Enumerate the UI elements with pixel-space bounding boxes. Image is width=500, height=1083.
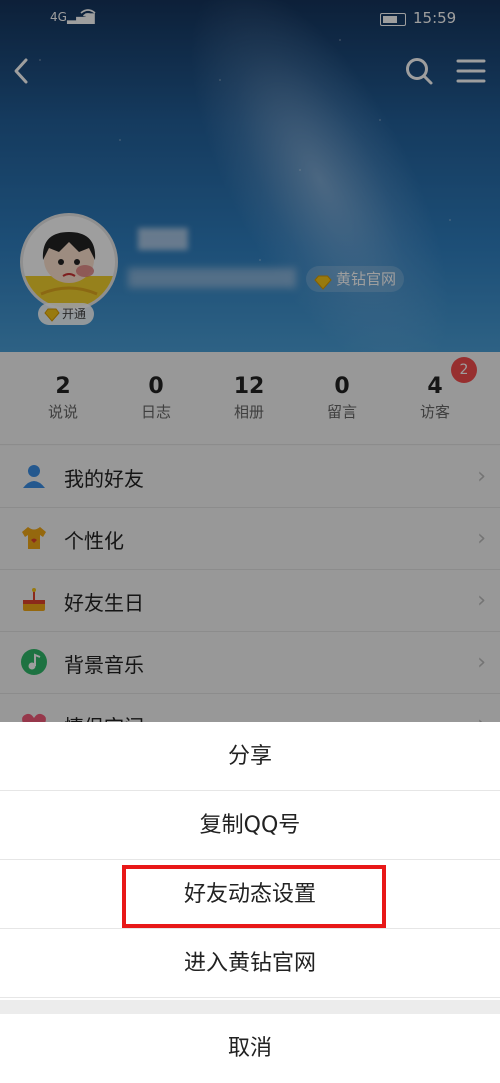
enter-vip-website-button[interactable]: 进入黄钻官网 — [0, 929, 500, 998]
cancel-button[interactable]: 取消 — [0, 1014, 500, 1083]
share-button[interactable]: 分享 — [0, 722, 500, 791]
copy-qq-number-button[interactable]: 复制QQ号 — [0, 791, 500, 860]
highlight-box — [122, 865, 386, 928]
sheet-divider — [0, 1000, 500, 1014]
